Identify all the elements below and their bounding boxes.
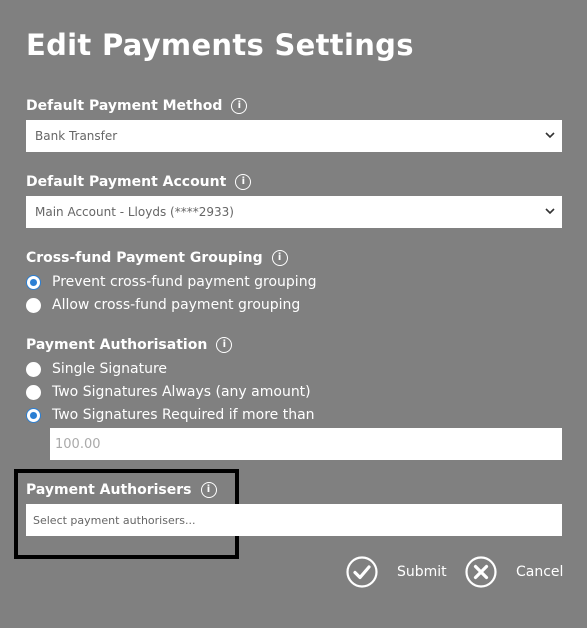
radio-button-selected[interactable] [26,274,41,290]
radio-label: Single Signature [52,361,168,377]
radio-button-selected[interactable] [26,407,41,423]
threshold-amount-input[interactable]: 100.00 [50,428,562,460]
radio-allow-grouping[interactable]: Allow cross-fund payment grouping [26,295,300,315]
default-payment-method-value: Bank Transfer [35,129,118,143]
radio-prevent-grouping[interactable]: Prevent cross-fund payment grouping [26,272,316,292]
radio-label: Two Signatures Required if more than [52,407,315,423]
info-icon[interactable]: i [216,337,233,353]
radio-label: Allow cross-fund payment grouping [52,297,301,313]
cancel-button[interactable]: Cancel [465,556,563,588]
radio-label: Two Signatures Always (any amount) [52,384,311,400]
payment-authorisers-input[interactable]: Select payment authorisers... [26,504,562,536]
payment-authorisers-label-text: Payment Authorisers [26,482,192,498]
payment-authorisers-label: Payment Authorisers i [26,482,217,498]
radio-button[interactable] [26,297,41,313]
chevron-down-icon [545,208,555,215]
cross-fund-grouping-label-text: Cross-fund Payment Grouping [26,250,263,266]
radio-button[interactable] [26,384,41,400]
submit-button[interactable]: Submit [346,556,447,588]
radio-single-signature[interactable]: Single Signature [26,359,167,379]
radio-button[interactable] [26,361,41,377]
payment-authorisation-label-text: Payment Authorisation [26,337,208,353]
default-payment-account-value: Main Account - Lloyds (****2933) [35,205,234,219]
threshold-amount-placeholder: 100.00 [55,436,101,452]
payment-authorisation-label: Payment Authorisation i [26,337,233,353]
payment-authorisers-placeholder: Select payment authorisers... [33,513,196,527]
page-title: Edit Payments Settings [26,28,414,62]
x-circle-icon [465,556,497,588]
radio-two-signatures-threshold[interactable]: Two Signatures Required if more than [26,405,315,425]
info-icon[interactable]: i [271,250,288,266]
default-payment-method-label-text: Default Payment Method [26,98,223,114]
info-icon[interactable]: i [235,174,252,190]
default-payment-method-select[interactable]: Bank Transfer [26,120,562,152]
info-icon[interactable]: i [200,482,217,498]
chevron-down-icon [545,132,555,139]
info-icon[interactable]: i [231,98,248,114]
cross-fund-grouping-label: Cross-fund Payment Grouping i [26,250,288,266]
check-circle-icon [346,556,378,588]
radio-two-signatures-always[interactable]: Two Signatures Always (any amount) [26,382,311,402]
default-payment-method-label: Default Payment Method i [26,98,248,114]
default-payment-account-select[interactable]: Main Account - Lloyds (****2933) [26,196,562,228]
default-payment-account-label: Default Payment Account i [26,174,252,190]
radio-label: Prevent cross-fund payment grouping [52,274,317,290]
submit-label: Submit [397,564,447,580]
cancel-label: Cancel [516,564,564,580]
default-payment-account-label-text: Default Payment Account [26,174,227,190]
